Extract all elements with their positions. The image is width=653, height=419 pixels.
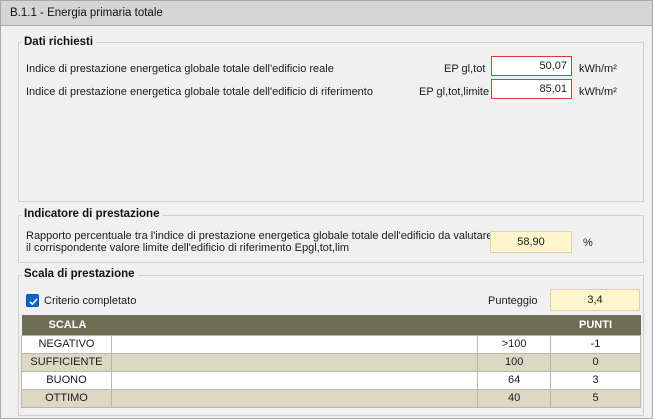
row-points: 3 [550,370,641,390]
punteggio-label: Punteggio [488,295,538,307]
row-name: SUFFICIENTE [21,352,112,372]
panel-title: B.1.1 - Energia primaria totale [1,1,652,26]
row-threshold: >100 [477,334,552,354]
criterio-label: Criterio completato [44,295,137,307]
row-points: -1 [550,334,641,354]
ep-riferimento-symbol: EP gl,tot,limite [419,86,490,98]
scala-header: SCALA [21,315,112,335]
ep-riferimento-label: Indice di prestazione energetica globale… [26,86,373,98]
scala-table-header: SCALA PUNTI [21,315,641,335]
row-threshold: 64 [477,370,552,390]
row-threshold: 40 [477,388,552,408]
scala-title: Scala di prestazione [21,268,138,280]
table-row[interactable]: OTTIMO 40 5 [21,388,641,408]
row-points: 5 [550,388,641,408]
ep-reale-unit: kWh/m² [579,63,617,75]
indicatore-value: 58,90 [490,231,572,253]
indicatore-unit: % [583,237,593,249]
energy-panel: B.1.1 - Energia primaria totale Dati ric… [0,0,653,419]
indicatore-description-line1: Rapporto percentuale tra l'indice di pre… [26,230,544,242]
indicatore-title: Indicatore di prestazione [21,208,163,220]
dati-richiesti-title: Dati richiesti [21,36,97,48]
ep-reale-input[interactable]: 50,07 [491,56,572,76]
table-row[interactable]: SUFFICIENTE 100 0 [21,352,641,372]
scala-table: SCALA PUNTI NEGATIVO >100 -1 SUFFICIENTE… [21,315,641,408]
ep-riferimento-input[interactable]: 85,01 [491,79,572,99]
criterio-checkbox[interactable] [26,294,39,307]
row-points: 0 [550,352,641,372]
table-row[interactable]: NEGATIVO >100 -1 [21,334,641,354]
row-name: NEGATIVO [21,334,112,354]
punteggio-value: 3,4 [550,289,640,311]
checkmark-icon [29,298,38,306]
table-row[interactable]: BUONO 64 3 [21,370,641,390]
punti-header: PUNTI [550,315,641,335]
ep-riferimento-unit: kWh/m² [579,86,617,98]
ep-reale-symbol: EP gl,tot [444,63,486,75]
indicatore-description-line2: il corrispondente valore limite dell'edi… [26,242,350,254]
ep-reale-label: Indice di prestazione energetica globale… [26,63,334,75]
row-threshold: 100 [477,352,552,372]
row-name: BUONO [21,370,112,390]
row-name: OTTIMO [21,388,112,408]
